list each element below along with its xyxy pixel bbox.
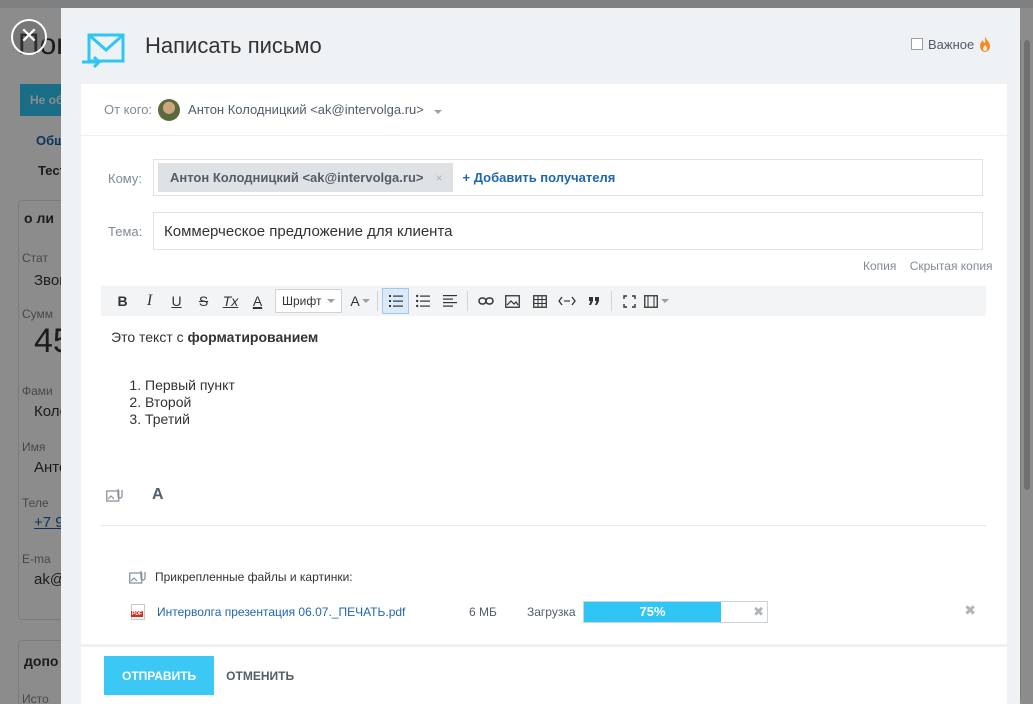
- fullscreen-icon: [623, 294, 637, 308]
- chevron-down-icon: [361, 299, 370, 303]
- editor-text-bold: форматированием: [187, 329, 319, 345]
- close-slider-button[interactable]: ✕: [11, 19, 47, 55]
- important-toggle[interactable]: Важное: [911, 36, 991, 52]
- font-color-button[interactable]: A: [244, 288, 271, 314]
- chevron-down-icon: [433, 110, 442, 114]
- from-value: Антон Колодницкий <ak@intervolga.ru>: [188, 102, 424, 117]
- remove-recipient-button[interactable]: ×: [436, 171, 443, 185]
- avatar: [158, 98, 181, 121]
- send-button[interactable]: ОТПРАВИТЬ: [104, 656, 215, 695]
- font-size-button[interactable]: A: [346, 288, 373, 314]
- fire-icon: [980, 36, 991, 52]
- from-selector[interactable]: Антон Колодницкий <ak@intervolga.ru>: [188, 102, 442, 117]
- subject-label: Тема:: [108, 224, 143, 239]
- mail-send-icon: [82, 33, 125, 68]
- font-size-label: A: [350, 293, 360, 309]
- cc-link[interactable]: Копия: [863, 259, 896, 273]
- slider-footer: ОТПРАВИТЬ ОТМЕНИТЬ: [81, 646, 1007, 704]
- quote-button[interactable]: [580, 288, 607, 314]
- numbered-list-button[interactable]: [382, 288, 410, 314]
- clear-format-button[interactable]: Tx: [217, 288, 244, 314]
- slider-header: Написать письмо Важное: [61, 8, 1020, 84]
- link-button[interactable]: [472, 288, 499, 314]
- file-status: Загрузка: [527, 605, 576, 619]
- media-button[interactable]: [643, 288, 670, 314]
- link-icon: [478, 297, 494, 305]
- remove-file-icon[interactable]: ✖: [964, 602, 976, 619]
- from-label: От кого:: [104, 102, 153, 117]
- editor-numbered-list: Первый пункт Второй Третий: [145, 377, 981, 428]
- cancel-upload-icon[interactable]: ✖: [753, 604, 764, 620]
- quote-icon: [588, 297, 599, 305]
- recipient-chip[interactable]: Антон Колодницкий <ak@intervolga.ru> ×: [158, 163, 453, 192]
- chevron-down-icon: [327, 299, 336, 303]
- italic-button[interactable]: I: [136, 288, 163, 314]
- attach-file-icon[interactable]: [106, 488, 124, 502]
- align-left-icon: [442, 295, 457, 307]
- attachments-title: Прикрепленные файлы и картинки:: [155, 570, 353, 584]
- to-field[interactable]: Антон Колодницкий <ak@intervolga.ru> × +…: [153, 159, 983, 196]
- font-select[interactable]: Шрифт: [275, 289, 343, 313]
- toolbar-divider: [377, 291, 379, 311]
- bullet-list-icon: [415, 294, 430, 308]
- page-title: Написать письмо: [145, 33, 322, 58]
- file-row: Интерволга презентация 06.07._ПЕЧАТЬ.pdf…: [131, 600, 976, 624]
- upload-progress-fill: 75%: [584, 602, 721, 622]
- list-item: Первый пункт: [145, 377, 981, 394]
- add-recipient-link[interactable]: + Добавить получателя: [463, 170, 616, 185]
- editor-text-plain: Это текст с: [111, 329, 188, 345]
- important-label: Важное: [928, 36, 975, 52]
- list-item: Второй: [145, 394, 981, 411]
- code-icon: [558, 296, 576, 306]
- strikethrough-button[interactable]: S: [190, 288, 217, 314]
- table-button[interactable]: [526, 288, 553, 314]
- compose-form: От кого: Антон Колодницкий <ak@intervolg…: [81, 84, 1007, 644]
- editor-bottom-actions: A: [106, 486, 164, 504]
- important-checkbox[interactable]: [911, 38, 923, 50]
- image-button[interactable]: [499, 288, 526, 314]
- toolbar-divider: [467, 291, 469, 311]
- attachments-header: Прикрепленные файлы и картинки:: [129, 570, 353, 584]
- recipient-chip-label: Антон Колодницкий <ak@intervolga.ru>: [170, 170, 424, 185]
- film-icon: [644, 294, 659, 308]
- font-select-label: Шрифт: [282, 294, 322, 308]
- from-row: От кого: Антон Колодницкий <ak@intervolg…: [81, 84, 1007, 136]
- bullet-list-button[interactable]: [409, 288, 436, 314]
- bcc-link[interactable]: Скрытая копия: [910, 259, 993, 273]
- editor-divider: [101, 525, 986, 526]
- align-button[interactable]: [436, 288, 463, 314]
- list-item: Третий: [145, 411, 981, 428]
- bold-button[interactable]: B: [109, 288, 136, 314]
- editor-toolbar: B I U S Tx A Шрифт A: [101, 286, 986, 316]
- attachment-icon: [129, 571, 146, 584]
- editor-paragraph: Это текст с форматированием: [111, 329, 981, 345]
- format-toggle-button[interactable]: A: [152, 486, 164, 504]
- cancel-button[interactable]: ОТМЕНИТЬ: [226, 669, 294, 683]
- file-size: 6 МБ: [469, 605, 497, 619]
- compose-slider: Написать письмо Важное От кого: Антон Ко…: [61, 8, 1020, 704]
- to-label: Кому:: [108, 171, 142, 186]
- image-icon: [505, 294, 521, 308]
- underline-button[interactable]: U: [163, 288, 190, 314]
- numbered-list-icon: [388, 295, 403, 307]
- pdf-file-icon: [131, 604, 145, 620]
- code-button[interactable]: [553, 288, 580, 314]
- message-editor[interactable]: Это текст с форматированием Первый пункт…: [111, 329, 981, 428]
- chevron-down-icon: [661, 299, 670, 303]
- subject-input[interactable]: [153, 212, 983, 250]
- cc-links: Копия Скрытая копия: [853, 259, 993, 273]
- upload-progress-bar: 75% ✖: [583, 601, 768, 623]
- file-name-link[interactable]: Интерволга презентация 06.07._ПЕЧАТЬ.pdf: [157, 605, 469, 619]
- fullscreen-button[interactable]: [616, 288, 643, 314]
- toolbar-divider: [611, 291, 613, 311]
- table-icon: [533, 294, 547, 308]
